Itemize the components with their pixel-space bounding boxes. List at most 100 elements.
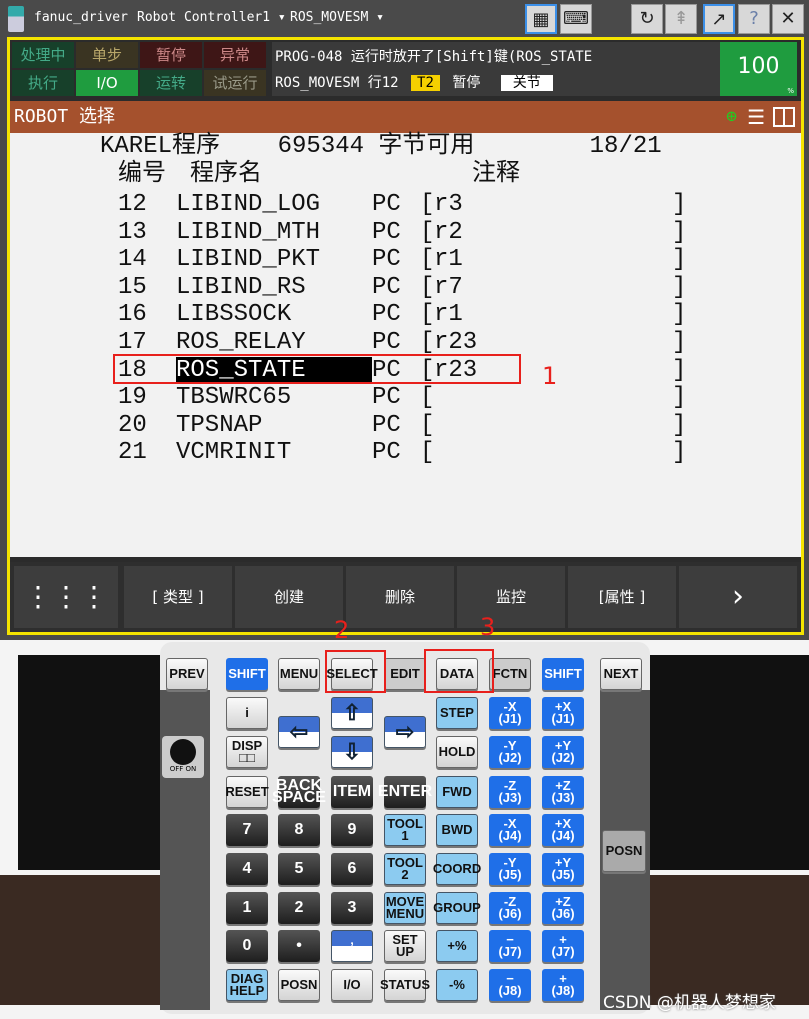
key-fctn[interactable]: FCTN (489, 658, 531, 690)
background-bottom-right (650, 875, 809, 1005)
column-no: 编号 (118, 161, 166, 188)
program-name[interactable]: LIBIND_LOG (176, 191, 320, 218)
key-disp[interactable]: DISP □□ (226, 736, 268, 768)
help-icon[interactable]: ? (738, 4, 770, 34)
key--x[interactable]: -X (J4) (489, 814, 531, 846)
key-6[interactable]: 6 (331, 853, 373, 885)
key-+x[interactable]: +X (J4) (542, 814, 584, 846)
function-key[interactable]: [ 类型 ] (124, 566, 232, 628)
key-fwd[interactable]: FWD (436, 776, 478, 808)
key-group[interactable]: GROUP (433, 892, 481, 924)
function-key[interactable]: 删除 (346, 566, 454, 628)
key-1[interactable]: 1 (226, 892, 268, 924)
key-3[interactable]: 3 (331, 892, 373, 924)
program-name[interactable]: LIBIND_MTH (176, 219, 320, 246)
key-tool[interactable]: TOOL 1 (384, 814, 426, 846)
program-name[interactable]: ROS_RELAY (176, 329, 306, 356)
menu-icon[interactable]: ☰ (747, 101, 765, 133)
key-hold[interactable]: HOLD (436, 736, 478, 768)
program-name[interactable]: VCMRINIT (176, 439, 291, 466)
key-posn[interactable]: POSN (278, 969, 320, 1001)
arrow-up-icon[interactable]: ⇧ (331, 697, 373, 729)
key-io[interactable]: I/O (331, 969, 373, 1001)
key-+z[interactable]: +Z (J6) (542, 892, 584, 924)
annotation-box-2 (325, 650, 386, 693)
function-key-bar: ⋮⋮⋮[ 类型 ] 创建 删除 监控 [属性 ] › (10, 562, 801, 632)
program-name[interactable]: LIBSSOCK (176, 301, 291, 328)
key-+[interactable]: + (J8) (542, 969, 584, 1001)
program-name[interactable]: LIBIND_RS (176, 274, 306, 301)
key-move[interactable]: MOVE MENU (384, 892, 426, 924)
key-bwd[interactable]: BWD (436, 814, 478, 846)
tp-icon[interactable]: ▦ (525, 4, 557, 34)
jog-icon[interactable]: ⇞ (665, 4, 697, 34)
function-key[interactable]: 监控 (457, 566, 565, 628)
mode-switch[interactable]: OFF ON (162, 736, 204, 778)
zoom-icon[interactable]: ⊕ (726, 101, 737, 133)
program-name[interactable]: LIBIND_PKT (176, 246, 320, 273)
key--%[interactable]: -% (436, 969, 478, 1001)
key-back[interactable]: BACK SPACE (272, 776, 326, 808)
key-4[interactable]: 4 (226, 853, 268, 885)
key-[interactable]: • (278, 930, 320, 962)
key-menu[interactable]: MENU (278, 658, 320, 690)
key-+y[interactable]: +Y (J2) (542, 736, 584, 768)
key--x[interactable]: -X (J1) (489, 697, 531, 729)
key-[interactable]: − (J7) (489, 930, 531, 962)
key-diag[interactable]: DIAG HELP (226, 969, 268, 1001)
key-step[interactable]: STEP (436, 697, 478, 729)
next-page-icon[interactable]: › (679, 566, 797, 628)
side-posn-key[interactable]: POSN (602, 830, 646, 872)
key-[interactable]: ‚ — (331, 930, 373, 962)
key-next[interactable]: NEXT (600, 658, 642, 690)
key-[interactable]: − (J8) (489, 969, 531, 1001)
key-+z[interactable]: +Z (J3) (542, 776, 584, 808)
grid-menu-icon[interactable]: ⋮⋮⋮ (14, 566, 118, 628)
key--y[interactable]: -Y (J2) (489, 736, 531, 768)
key-7[interactable]: 7 (226, 814, 268, 846)
key-0[interactable]: 0 (226, 930, 268, 962)
key-edit[interactable]: EDIT (384, 658, 426, 690)
arrow-right-icon[interactable]: ⇨ (384, 716, 426, 748)
layout-icon[interactable] (773, 107, 795, 127)
key--z[interactable]: -Z (J6) (489, 892, 531, 924)
key-coord[interactable]: COORD (433, 853, 481, 885)
function-key[interactable]: [属性 ] (568, 566, 676, 628)
key-5[interactable]: 5 (278, 853, 320, 885)
key-+x[interactable]: +X (J1) (542, 697, 584, 729)
key-shift[interactable]: SHIFT (226, 658, 268, 690)
program-dropdown[interactable]: ROS_MOVESM ▾ (290, 10, 384, 25)
refresh-icon[interactable]: ↻ (631, 4, 663, 34)
controller-dropdown[interactable]: Robot Controller1 ▾ (137, 10, 286, 25)
key-9[interactable]: 9 (331, 814, 373, 846)
key-+%[interactable]: +% (436, 930, 478, 962)
key-2[interactable]: 2 (278, 892, 320, 924)
close-icon[interactable]: ✕ (772, 4, 804, 34)
key-reset[interactable]: RESET (225, 776, 269, 808)
key-tool[interactable]: TOOL 2 (384, 853, 426, 885)
key-prev[interactable]: PREV (166, 658, 208, 690)
key-item[interactable]: ITEM (331, 776, 373, 808)
key-enter[interactable]: ENTER (378, 776, 432, 808)
arrow-down-icon[interactable]: ⇩ (331, 736, 373, 768)
override-display[interactable]: 100% (720, 42, 797, 96)
key-status[interactable]: STATUS (380, 969, 430, 1001)
key-+[interactable]: + (J7) (542, 930, 584, 962)
key-i[interactable]: i (226, 697, 268, 729)
status-indicator: 试运行 (204, 70, 266, 96)
controller-label: Robot Controller1 (137, 10, 271, 25)
arrow-left-icon[interactable]: ⇦ (278, 716, 320, 748)
key-8[interactable]: 8 (278, 814, 320, 846)
export-icon[interactable]: ↗ (703, 4, 735, 34)
key--z[interactable]: -Z (J3) (489, 776, 531, 808)
key--y[interactable]: -Y (J5) (489, 853, 531, 885)
key-set[interactable]: SET UP (384, 930, 426, 962)
function-key[interactable]: 创建 (235, 566, 343, 628)
keyboard-icon[interactable]: ⌨ (560, 4, 592, 34)
row-number: 16 (118, 301, 147, 329)
program-label: ROS_MOVESM (290, 10, 369, 25)
key-+y[interactable]: +Y (J5) (542, 853, 584, 885)
program-name[interactable]: TPSNAP (176, 412, 262, 439)
key-shift[interactable]: SHIFT (542, 658, 584, 690)
program-name[interactable]: TBSWRC65 (176, 384, 291, 411)
